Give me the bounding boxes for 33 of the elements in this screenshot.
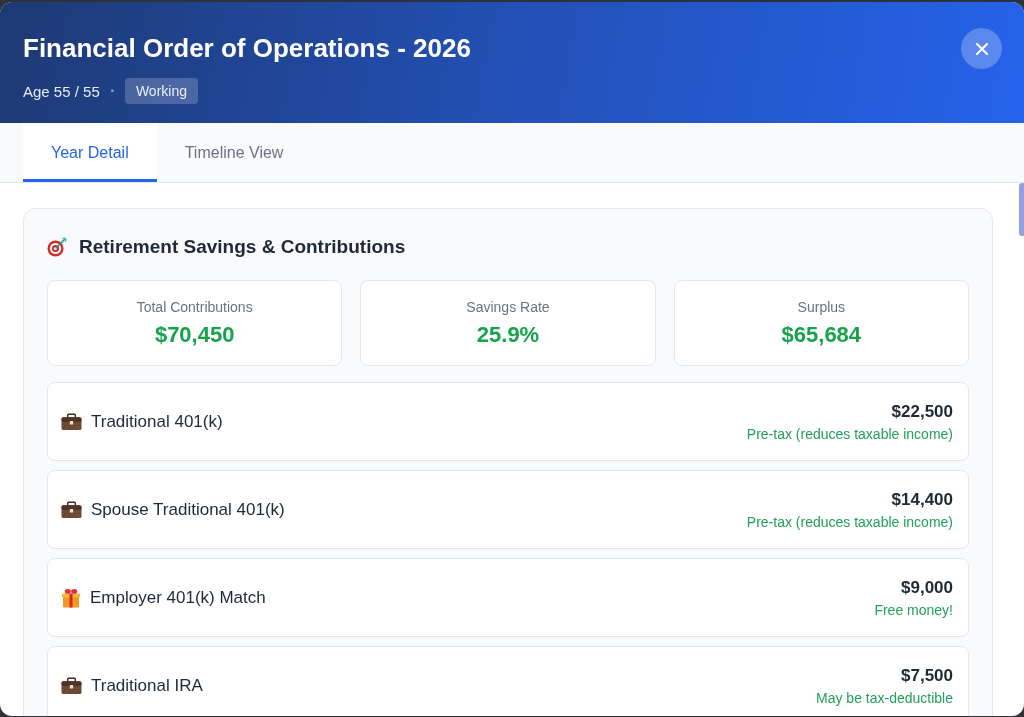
close-button[interactable] bbox=[961, 28, 1002, 69]
stat-value: $65,684 bbox=[781, 320, 862, 349]
gift-icon bbox=[61, 587, 81, 608]
stat-label: Surplus bbox=[797, 297, 846, 316]
amount: $9,000 bbox=[901, 576, 953, 599]
contribution-note: Pre-tax (reduces taxable income) bbox=[746, 425, 953, 443]
account-name: Spouse Traditional 401(k) bbox=[91, 498, 285, 521]
contribution-note: May be tax-deductible bbox=[816, 689, 953, 707]
stat-value: 25.9% bbox=[476, 320, 540, 349]
modal-title: Financial Order of Operations - 2026 bbox=[23, 32, 471, 64]
amount: $14,400 bbox=[891, 488, 953, 511]
separator: • bbox=[110, 86, 114, 96]
account-name: Employer 401(k) Match bbox=[90, 586, 266, 609]
account-name: Traditional 401(k) bbox=[91, 410, 223, 433]
target-icon bbox=[47, 237, 67, 257]
scrollbar-thumb[interactable] bbox=[1019, 183, 1024, 236]
age-label: Age 55 / 55 bbox=[23, 82, 100, 100]
stat-value: $70,450 bbox=[154, 320, 235, 349]
stat-label: Savings Rate bbox=[466, 297, 550, 316]
status-badge: Working bbox=[124, 78, 198, 104]
close-icon bbox=[975, 42, 988, 55]
contribution-note: Pre-tax (reduces taxable income) bbox=[746, 513, 953, 531]
section-title: Retirement Savings & Contributions bbox=[79, 235, 406, 259]
tab[interactable]: Year Detail bbox=[23, 123, 157, 182]
amount: $22,500 bbox=[891, 400, 953, 423]
contribution-note: Free money! bbox=[874, 601, 953, 619]
briefcase-icon bbox=[61, 500, 82, 519]
tab[interactable]: Timeline View bbox=[156, 123, 312, 182]
briefcase-icon bbox=[61, 676, 82, 695]
amount: $7,500 bbox=[901, 664, 953, 687]
account-name: Traditional IRA bbox=[91, 674, 203, 697]
stat-label: Total Contributions bbox=[136, 297, 253, 316]
briefcase-icon bbox=[61, 412, 82, 431]
